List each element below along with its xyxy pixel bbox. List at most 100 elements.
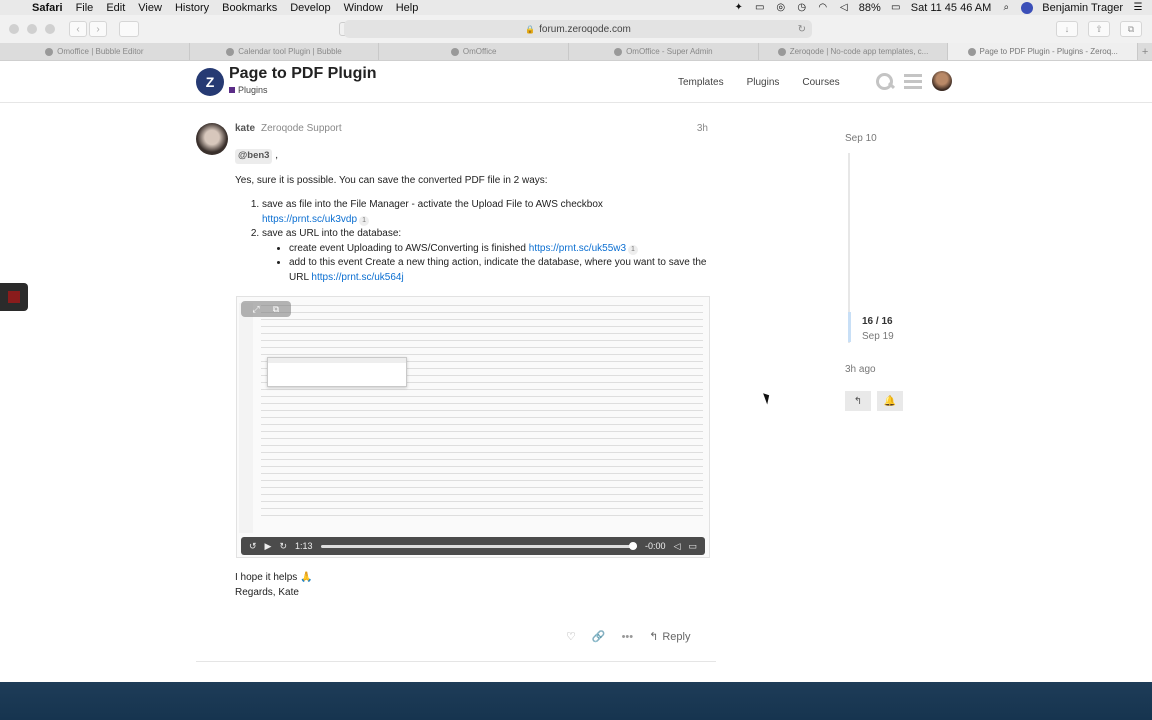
menu-file[interactable]: File	[76, 2, 94, 14]
menu-edit[interactable]: Edit	[106, 2, 125, 14]
github-favicon-icon	[614, 47, 623, 56]
tab-zeroqode[interactable]: Zeroqode | No-code app templates, c...	[759, 43, 949, 60]
site-header: Z Page to PDF Plugin Plugins Templates P…	[0, 61, 1152, 103]
sub1-link[interactable]: https://prnt.sc/uk55w3	[529, 243, 626, 254]
forward-icon[interactable]: ›	[89, 21, 107, 37]
clock-icon[interactable]: ◷	[796, 2, 808, 13]
post-time[interactable]: 3h	[697, 123, 708, 134]
downloads-icon[interactable]: ↓	[1056, 21, 1078, 37]
stop-record-icon[interactable]	[8, 291, 20, 303]
like-icon[interactable]: ♡	[566, 630, 576, 643]
zeroqode-logo[interactable]: Z	[196, 68, 224, 96]
address-bar[interactable]: 🔒 forum.zeroqode.com ↻	[344, 20, 812, 38]
tabs-overview-icon[interactable]: ⧉	[1120, 21, 1142, 37]
tab-omoffice-admin[interactable]: OmOffice - Super Admin	[569, 43, 759, 60]
volume-icon[interactable]: ◁	[674, 541, 681, 552]
bubble-favicon-icon	[45, 47, 54, 56]
list-item: create event Uploading to AWS/Converting…	[289, 242, 711, 257]
step2-text: save as URL into the database:	[262, 228, 402, 239]
notification-bell-icon[interactable]: 🔔	[877, 391, 903, 411]
scrubber-knob[interactable]	[629, 541, 638, 550]
reply-button[interactable]: ↰ Reply	[649, 630, 690, 644]
menu-help[interactable]: Help	[396, 2, 419, 14]
url-text: forum.zeroqode.com	[539, 23, 631, 35]
post-username[interactable]: kate	[235, 123, 255, 134]
tab-label: Zeroqode | No-code app templates, c...	[789, 47, 929, 56]
video-screenshot-popup	[267, 357, 407, 387]
recording-widget[interactable]	[0, 283, 28, 311]
desktop-background	[0, 682, 1152, 720]
link-icon[interactable]: 🔗	[592, 630, 606, 643]
close-button[interactable]	[9, 24, 19, 34]
post-divider	[196, 661, 716, 662]
menu-bookmarks[interactable]: Bookmarks	[222, 2, 277, 14]
volume-icon[interactable]: ◁	[838, 2, 850, 13]
fullscreen-icon[interactable]: ⤢	[247, 303, 265, 315]
control-center-icon[interactable]: ☰	[1132, 2, 1144, 13]
sidebar-toggle-button[interactable]	[119, 21, 139, 37]
mention-suffix: ,	[272, 150, 278, 161]
menu-app-name[interactable]: Safari	[32, 2, 63, 14]
sub2-link[interactable]: https://prnt.sc/uk564j	[311, 272, 403, 283]
user-mention[interactable]: @ben3	[235, 149, 273, 164]
tab-bubble-editor[interactable]: Omoffice | Bubble Editor	[0, 43, 190, 60]
spotlight-icon[interactable]: ⌕	[1000, 2, 1012, 13]
hamburger-menu-icon[interactable]	[904, 73, 922, 89]
zoom-button[interactable]	[45, 24, 55, 34]
tab-omoffice[interactable]: OmOffice	[379, 43, 570, 60]
battery-percent[interactable]: 88%	[859, 2, 881, 14]
timeline-last-activity[interactable]: 3h ago	[845, 364, 876, 375]
header-nav: Templates Plugins Courses	[678, 77, 840, 88]
battery-icon[interactable]: ▭	[890, 2, 902, 13]
sync-icon[interactable]: ◎	[775, 2, 787, 13]
timeline-buttons: ↰ 🔔	[845, 391, 903, 411]
step1-link[interactable]: https://prnt.sc/uk3vdp	[262, 214, 357, 225]
minimize-button[interactable]	[27, 24, 37, 34]
search-icon[interactable]	[874, 71, 894, 91]
picture-in-picture-icon[interactable]: ⧉	[267, 303, 285, 315]
menu-window[interactable]: Window	[344, 2, 383, 14]
category-badge[interactable]: Plugins	[229, 85, 268, 95]
timeline-start-date[interactable]: Sep 10	[845, 133, 877, 144]
menu-history[interactable]: History	[175, 2, 209, 14]
list-item: save as file into the File Manager - act…	[262, 198, 711, 227]
current-user-avatar[interactable]	[932, 71, 952, 91]
clock-text[interactable]: Sat 11 45 46 AM	[911, 2, 992, 14]
menu-develop[interactable]: Develop	[290, 2, 330, 14]
timeline-handle[interactable]	[848, 312, 851, 342]
tab-label: OmOffice - Super Admin	[626, 47, 713, 56]
forum-page: Z Page to PDF Plugin Plugins Templates P…	[0, 61, 1152, 682]
video-elapsed: 1:13	[295, 541, 313, 551]
reply-topic-icon[interactable]: ↰	[845, 391, 871, 411]
new-tab-icon[interactable]: +	[1138, 43, 1152, 60]
nav-templates[interactable]: Templates	[678, 77, 724, 88]
video-controls: ↺ ▶ ↻ 1:13 -0:00 ◁ ▭	[241, 537, 705, 555]
reload-icon[interactable]: ↻	[798, 24, 806, 35]
topic-title[interactable]: Page to PDF Plugin	[229, 65, 377, 83]
toolbar-actions: ↓ ⇧ ⧉	[1056, 21, 1142, 37]
video-scrubber[interactable]	[320, 541, 638, 550]
dropbox-icon[interactable]: ✦	[733, 2, 745, 13]
back-icon[interactable]: ‹	[69, 21, 87, 37]
rewind-icon[interactable]: ↺	[249, 541, 257, 552]
wifi-icon[interactable]: ◠	[817, 2, 829, 13]
list-item: add to this event Create a new thing act…	[289, 256, 711, 285]
play-icon[interactable]: ▶	[265, 541, 272, 552]
more-options-icon[interactable]: •••	[622, 631, 634, 643]
forward-skip-icon[interactable]: ↻	[279, 541, 287, 552]
user-avatar-icon[interactable]	[1021, 1, 1034, 14]
user-name[interactable]: Benjamin Trager	[1042, 2, 1123, 14]
tab-page-to-pdf[interactable]: Page to PDF Plugin - Plugins - Zeroq...	[948, 43, 1139, 60]
status-area: ✦ ▭ ◎ ◷ ◠ ◁ 88% ▭ Sat 11 45 46 AM ⌕ Benj…	[733, 1, 1144, 14]
embedded-video[interactable]: ⤢ ⧉ ↺ ▶ ↻ 1:13 -0:00 ◁ ▭	[236, 296, 710, 558]
share-icon[interactable]: ⇧	[1088, 21, 1110, 37]
tab-calendar-tool[interactable]: Calendar tool Plugin | Bubble	[190, 43, 380, 60]
airplay-icon[interactable]: ▭	[688, 541, 697, 552]
nav-plugins[interactable]: Plugins	[747, 77, 780, 88]
airplay-icon[interactable]: ▭	[754, 2, 766, 13]
menu-view[interactable]: View	[138, 2, 162, 14]
video-top-controls: ⤢ ⧉	[241, 301, 291, 317]
nav-courses[interactable]: Courses	[802, 77, 839, 88]
post-author-avatar[interactable]	[196, 123, 228, 155]
reply-icon: ↰	[649, 631, 659, 643]
